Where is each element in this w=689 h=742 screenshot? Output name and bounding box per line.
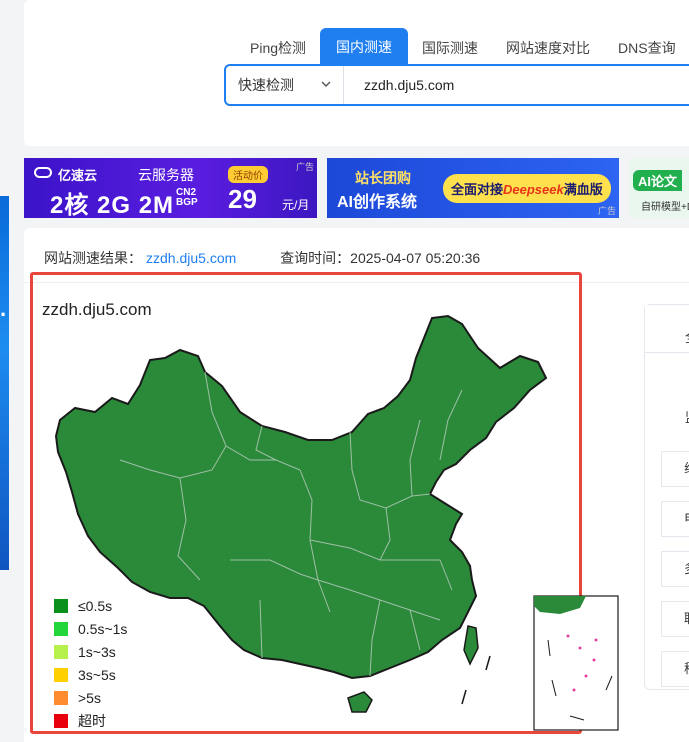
legend-item[interactable]: >5s [54,686,127,709]
cloud-icon [34,167,52,178]
side-panel-label: 监 [685,407,689,426]
mode-select-value: 快速检测 [238,77,294,93]
ad-spec: 2核 2G 2M [50,192,175,218]
search-box: 快速检测 [224,64,689,106]
ad-tag: 广告 [597,206,616,216]
ad-brand: 亿速云 [58,168,98,183]
south-china-sea-inset [533,595,619,731]
ad-badge: 活动价 [228,166,268,183]
tab-all[interactable]: 全 [645,305,689,353]
query-time: 2025-04-07 05:20:36 [350,250,481,266]
ad-banner-ai-system[interactable]: 站长团购 AI创作系统 全面对接Deepseek满血版 广告 [327,158,619,218]
legend-item[interactable]: ≤0.5s [54,594,127,617]
legend-item[interactable]: 1s~3s [54,640,127,663]
result-label: 网站测速结果： [44,250,142,266]
ad-banner-ai-paper[interactable]: AI论文 自研模型+D [629,158,689,218]
url-input[interactable] [344,66,689,104]
legend-label: >5s [78,689,101,706]
hainan-island[interactable] [347,691,373,713]
test-type-tabs: Ping检测 国内测速 国际测速 网站速度对比 DNS查询 [236,28,689,66]
ad-product: 云服务器 [138,167,194,183]
tab-international-speed[interactable]: 国际测速 [408,30,492,66]
ad-price-unit: 元/月 [282,198,310,212]
chevron-down-icon [321,78,331,92]
legend-item[interactable]: 超时 [54,709,127,732]
ad-spec-small: CN2 BGP [176,187,198,208]
taiwan-island[interactable] [463,625,479,666]
legend-label: 3s~5s [78,666,116,683]
isp-row[interactable]: 线 [661,451,689,487]
legend-swatch [54,690,68,705]
tab-all-label: 全 [685,327,689,346]
legend-label: 超时 [78,712,106,729]
ad-pill-prefix: 全面对接 [451,182,504,197]
legend-swatch [54,713,68,728]
ad-pill: 全面对接Deepseek满血版 [443,174,611,203]
result-domain-link[interactable]: zzdh.dju5.com [146,250,236,266]
time-label: 查询时间： [280,250,351,266]
tab-speed-compare[interactable]: 网站速度对比 [492,30,604,66]
tab-domestic-speed[interactable]: 国内测速 [320,28,409,66]
legend-swatch [54,667,68,682]
nine-dash-line [461,655,491,705]
ad-line1: 站长团购 [355,170,411,186]
isp-row[interactable]: 电 [661,501,689,537]
ad-price: 29 [228,184,257,214]
legend-swatch [54,598,68,613]
side-ad-banner[interactable]: . [0,196,9,570]
legend-swatch [54,621,68,636]
ad-line1: AI论文 [633,170,683,191]
legend-item[interactable]: 3s~5s [54,663,127,686]
isp-row[interactable]: 联 [661,601,689,637]
ad-tag: 广告 [295,162,314,172]
ad-pill-highlight: Deepseek [503,182,564,197]
tab-dns-query[interactable]: DNS查询 [604,30,689,66]
result-meta: 网站测速结果： zzdh.dju5.com 查询时间：2025-04-07 05:… [44,248,480,268]
legend-label: 1s~3s [78,643,116,660]
tab-ping[interactable]: Ping检测 [236,30,320,66]
ad-line2: AI创作系统 [337,194,418,211]
legend-label: 0.5s~1s [78,620,128,637]
page: . Ping检测 国内测速 国际测速 网站速度对比 DNS查询 快速检测 亿速云… [0,0,689,742]
legend-swatch [54,644,68,659]
ad-banner-cloud-server[interactable]: 亿速云 云服务器 2核 2G 2M CN2 BGP 活动价 29 元/月 广告 [24,158,317,218]
legend-label: ≤0.5s [78,597,113,614]
result-side-panel: 全 监 线 电 多 联 移 [644,304,689,690]
isp-row[interactable]: 多 [661,551,689,587]
speed-legend: ≤0.5s 0.5s~1s 1s~3s 3s~5s >5s 超时 [54,594,127,732]
ad-pill-suffix: 满血版 [563,182,603,197]
ad-line2: 自研模型+D [641,202,689,213]
china-mainland-region[interactable] [54,314,548,680]
mode-select[interactable]: 快速检测 [226,66,344,104]
isp-row[interactable]: 移 [661,651,689,687]
legend-item[interactable]: 0.5s~1s [54,617,127,640]
